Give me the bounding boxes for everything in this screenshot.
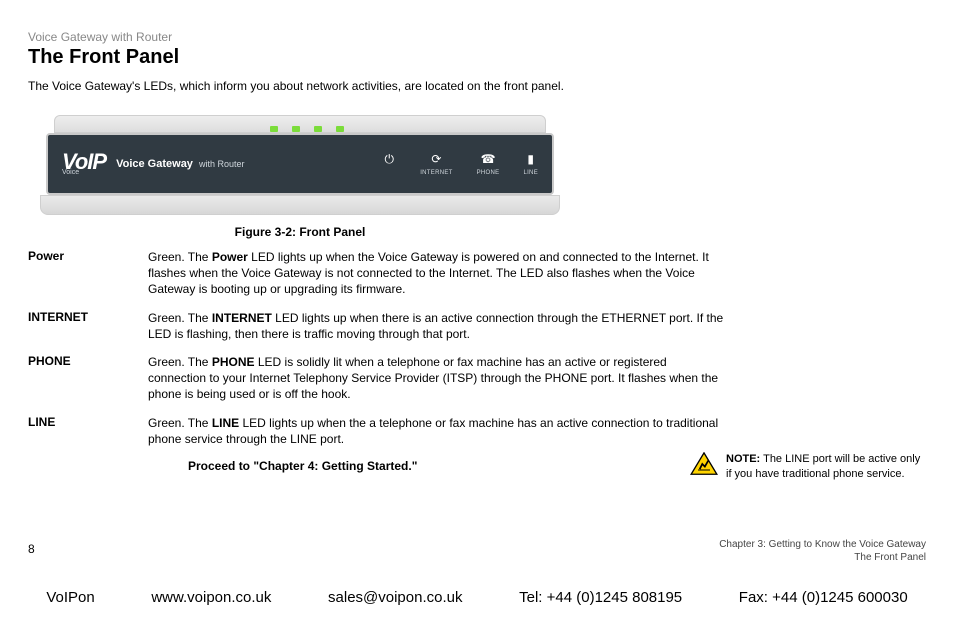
internet-icon: ⟳ bbox=[429, 152, 443, 166]
definition-row: INTERNETGreen. The INTERNET LED lights u… bbox=[28, 310, 728, 342]
definition-bold: Power bbox=[212, 250, 248, 264]
note-label: NOTE: bbox=[726, 453, 760, 465]
logo-main: VoIP bbox=[62, 153, 106, 171]
definition-term: INTERNET bbox=[28, 310, 148, 342]
definition-bold: INTERNET bbox=[212, 311, 272, 325]
definition-term: PHONE bbox=[28, 354, 148, 403]
device-logo: VoIP Voice bbox=[62, 153, 106, 176]
definition-row: PHONEGreen. The PHONE LED is solidly lit… bbox=[28, 354, 728, 403]
device-icon-label: LINE bbox=[523, 170, 538, 176]
led-indicator bbox=[270, 126, 278, 132]
warning-icon bbox=[690, 452, 718, 476]
note-text: NOTE: The LINE port will be active only … bbox=[726, 452, 926, 482]
tagline-bold: Voice Gateway bbox=[116, 158, 193, 170]
device-icon-col: ☎ PHONE bbox=[477, 152, 500, 176]
chapter-reference: Chapter 3: Getting to Know the Voice Gat… bbox=[719, 538, 926, 564]
note-box: NOTE: The LINE port will be active only … bbox=[690, 452, 926, 482]
definition-body: Green. The INTERNET LED lights up when t… bbox=[148, 310, 728, 342]
device-base bbox=[40, 195, 560, 215]
definition-term: LINE bbox=[28, 415, 148, 447]
footer-tel: Tel: +44 (0)1245 808195 bbox=[519, 589, 682, 606]
figure-caption: Figure 3-2: Front Panel bbox=[40, 225, 560, 239]
power-icon: ⏻ bbox=[382, 152, 396, 166]
led-indicator bbox=[336, 126, 344, 132]
footer-email: sales@voipon.co.uk bbox=[328, 589, 462, 606]
definition-body: Green. The Power LED lights up when the … bbox=[148, 249, 728, 298]
breadcrumb: Voice Gateway with Router bbox=[28, 30, 926, 44]
definition-bold: PHONE bbox=[212, 355, 255, 369]
device-icon-col: ⏻ bbox=[382, 152, 396, 170]
device-icon-label: INTERNET bbox=[420, 170, 452, 176]
device-icon-col: ⟳ INTERNET bbox=[420, 152, 452, 176]
device-face: VoIP Voice Voice Gateway with Router ⏻ ⟳ I… bbox=[46, 133, 554, 195]
definition-bold: LINE bbox=[212, 416, 239, 430]
figure-wrap: VoIP Voice Voice Gateway with Router ⏻ ⟳ I… bbox=[28, 107, 926, 239]
phone-icon: ☎ bbox=[481, 152, 495, 166]
definition-term: Power bbox=[28, 249, 148, 298]
intro-text: The Voice Gateway's LEDs, which inform y… bbox=[28, 79, 926, 93]
line-icon: ▮ bbox=[524, 152, 538, 166]
definition-row: LINEGreen. The LINE LED lights up when t… bbox=[28, 415, 728, 447]
definition-body: Green. The PHONE LED is solidly lit when… bbox=[148, 354, 728, 403]
chapter-line1: Chapter 3: Getting to Know the Voice Gat… bbox=[719, 538, 926, 551]
footer-website: www.voipon.co.uk bbox=[151, 589, 271, 606]
definition-list: PowerGreen. The Power LED lights up when… bbox=[28, 249, 728, 447]
device-icons-row: ⏻ ⟳ INTERNET ☎ PHONE ▮ LINE bbox=[382, 152, 538, 176]
definition-body: Green. The LINE LED lights up when the a… bbox=[148, 415, 728, 447]
page-title: The Front Panel bbox=[28, 46, 926, 69]
led-indicator bbox=[314, 126, 322, 132]
led-indicator bbox=[292, 126, 300, 132]
device-illustration: VoIP Voice Voice Gateway with Router ⏻ ⟳ I… bbox=[40, 107, 560, 219]
page-footer: VoIPon www.voipon.co.uk sales@voipon.co.… bbox=[0, 589, 954, 606]
device-tagline: Voice Gateway with Router bbox=[116, 158, 244, 170]
device-top bbox=[54, 115, 546, 133]
definition-row: PowerGreen. The Power LED lights up when… bbox=[28, 249, 728, 298]
footer-fax: Fax: +44 (0)1245 600030 bbox=[739, 589, 908, 606]
page-number: 8 bbox=[28, 542, 35, 556]
device-icon-col: ▮ LINE bbox=[523, 152, 538, 176]
footer-company: VoIPon bbox=[46, 589, 94, 606]
tagline-rest: with Router bbox=[199, 159, 245, 169]
device-leds bbox=[270, 126, 344, 132]
device-icon-label: PHONE bbox=[477, 170, 500, 176]
chapter-line2: The Front Panel bbox=[719, 551, 926, 564]
